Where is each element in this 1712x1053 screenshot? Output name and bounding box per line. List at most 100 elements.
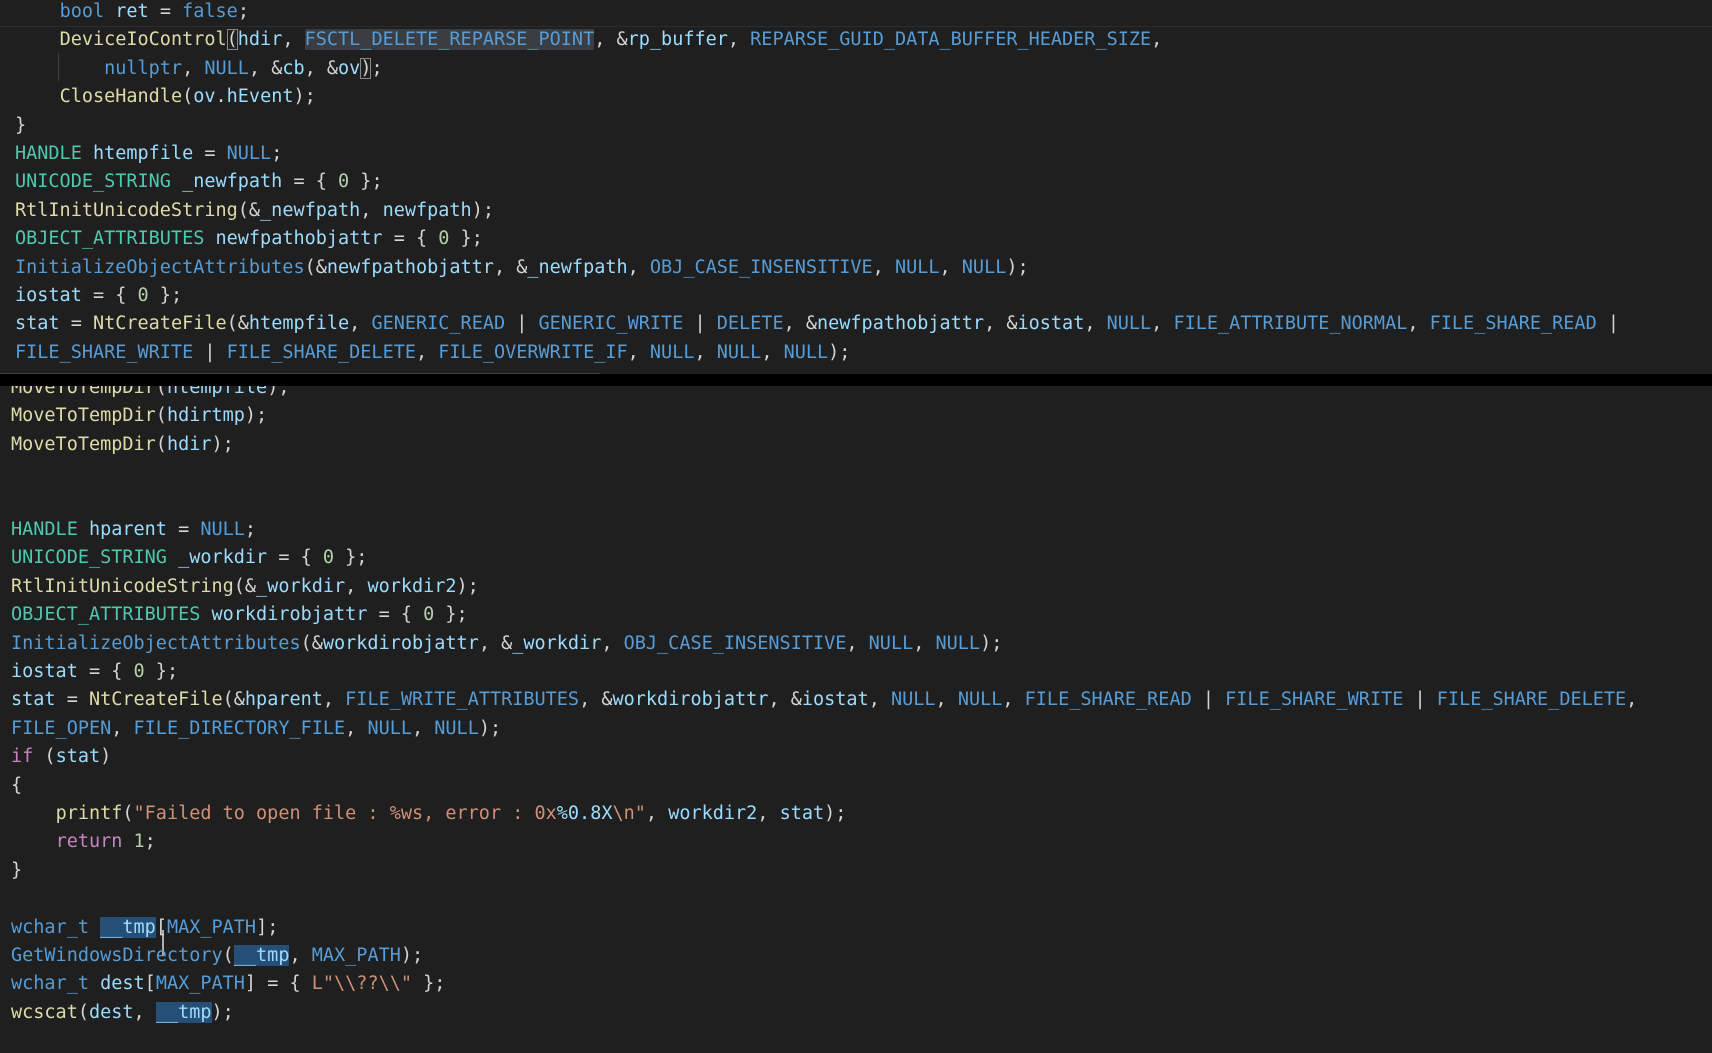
code-token: ,	[111, 717, 134, 739]
code-pane-top[interactable]: bool ret = false; DeviceIoControl(hdir, …	[0, 0, 1712, 374]
code-token: FILE_SHARE_READ	[1024, 689, 1192, 711]
code-token: = {	[382, 228, 439, 250]
code-token: DeviceIoControl	[59, 29, 227, 51]
code-line[interactable]: DeviceIoControl(hdir, FSCTL_DELETE_REPAR…	[15, 26, 1162, 54]
code-token: ,	[1084, 313, 1107, 335]
code-line[interactable]: wchar_t __tmp[MAX_PATH];	[11, 914, 278, 942]
current-line-highlight	[0, 0, 1712, 27]
code-token: 0	[133, 661, 145, 682]
code-token: OBJ_CASE_INSENSITIVE	[623, 632, 847, 654]
code-line[interactable]: CloseHandle(ov.hEvent);	[15, 83, 316, 111]
code-line[interactable]: return 1;	[11, 828, 156, 856]
code-line[interactable]: RtlInitUnicodeString(&_workdir, workdir2…	[11, 573, 479, 601]
code-token: (	[155, 433, 167, 455]
code-token: workdirobjattr	[612, 689, 769, 711]
code-token: (	[226, 29, 238, 51]
code-line[interactable]: bool ret = false;	[15, 0, 249, 26]
code-token: ,	[349, 313, 372, 335]
code-token: );	[211, 1001, 234, 1023]
code-line[interactable]: }	[15, 112, 26, 140]
code-token: DELETE	[716, 313, 784, 335]
code-token: (	[122, 803, 134, 824]
code-token: }	[15, 114, 27, 136]
code-token: ,	[182, 57, 205, 79]
code-token: ,	[761, 341, 784, 363]
code-line[interactable]: OBJECT_ATTRIBUTES workdirobjattr = { 0 }…	[11, 601, 468, 629]
code-token: FSCTL_DELETE_REPARSE_POINT	[304, 29, 595, 51]
code-token: ,	[133, 1001, 156, 1023]
pane-divider	[0, 374, 1712, 386]
code-line[interactable]: FILE_OPEN, FILE_DIRECTORY_FILE, NULL, NU…	[11, 715, 501, 743]
code-line[interactable]: OBJECT_ATTRIBUTES newfpathobjattr = { 0 …	[15, 225, 483, 253]
code-token: nullptr	[104, 57, 183, 79]
code-token: );	[1006, 256, 1029, 278]
code-token: NULL	[868, 632, 914, 654]
code-line[interactable]: InitializeObjectAttributes(&workdirobjat…	[11, 630, 1002, 658]
code-token: (	[155, 405, 167, 427]
code-line[interactable]: wcscat(dest, __tmp);	[11, 999, 234, 1027]
code-line[interactable]: GetWindowsDirectory(__tmp, MAX_PATH);	[11, 942, 423, 970]
code-line[interactable]: wchar_t dest[MAX_PATH] = { L"\\??\\" };	[11, 970, 445, 998]
code-token: RtlInitUnicodeString	[15, 199, 238, 221]
code-token: htempfile	[248, 313, 350, 335]
code-token: htempfile	[166, 386, 268, 398]
code-line[interactable]: MoveToTempDir(hdir);	[11, 431, 234, 459]
code-line[interactable]: iostat = { 0 };	[15, 282, 182, 310]
code-line[interactable]: stat = NtCreateFile(&htempfile, GENERIC_…	[15, 310, 1619, 338]
code-token: 0	[338, 171, 350, 193]
code-token: ,	[939, 256, 962, 278]
code-token: = {	[282, 171, 339, 193]
code-token: );	[267, 386, 290, 398]
code-token: stat	[779, 803, 825, 824]
code-token: newfpathobjattr	[215, 228, 383, 250]
code-token: dest	[100, 973, 145, 995]
code-token: , &	[768, 689, 802, 711]
code-token: NULL	[226, 143, 272, 164]
code-token: iostat	[11, 661, 78, 682]
code-line[interactable]: MoveToTempDir(htempfile);	[11, 386, 289, 402]
code-line[interactable]: MoveToTempDir(hdirtmp);	[11, 402, 267, 430]
code-line[interactable]: iostat = { 0 };	[11, 658, 178, 686]
code-token: UNICODE_STRING	[11, 547, 167, 569]
code-token: ,	[694, 341, 717, 363]
code-line[interactable]: FILE_SHARE_WRITE | FILE_SHARE_DELETE, FI…	[15, 339, 850, 367]
code-line[interactable]: UNICODE_STRING _newfpath = { 0 };	[15, 168, 383, 196]
code-line[interactable]: {	[11, 772, 22, 800]
code-pane-bottom[interactable]: MoveToTempDir(htempfile); MoveToTempDir(h…	[0, 386, 1712, 1053]
code-line[interactable]: printf("Failed to open file : %ws, error…	[11, 800, 847, 828]
code-editor-screenshot: bool ret = false; DeviceIoControl(hdir, …	[0, 0, 1712, 1053]
code-token: ,	[872, 256, 895, 278]
code-token: NULL	[649, 341, 695, 363]
code-line[interactable]: UNICODE_STRING _workdir = { 0 };	[11, 544, 367, 572]
code-token: NULL	[1106, 313, 1152, 335]
code-line[interactable]: RtlInitUnicodeString(&_newfpath, newfpat…	[15, 197, 494, 225]
code-token: [	[144, 973, 156, 995]
code-token: (&	[300, 632, 323, 654]
code-token: (&	[304, 256, 327, 278]
code-token: };	[412, 973, 446, 995]
code-token: NULL	[935, 632, 981, 654]
code-line[interactable]: if (stat)	[11, 743, 111, 771]
code-token: workdirobjattr	[211, 604, 368, 626]
code-line[interactable]: InitializeObjectAttributes(&newfpathobja…	[15, 254, 1029, 282]
code-token: bool	[59, 1, 105, 22]
code-token: false	[182, 1, 238, 22]
code-token: ov	[338, 57, 361, 79]
code-line[interactable]: nullptr, NULL, &cb, &ov);	[15, 55, 383, 83]
code-token: ,	[416, 341, 439, 363]
code-token: FILE_OPEN	[11, 717, 112, 739]
code-token: _newfpath	[260, 199, 361, 221]
code-token: , &	[493, 256, 528, 278]
code-line[interactable]: HANDLE hparent = NULL;	[11, 516, 256, 544]
code-line[interactable]: HANDLE htempfile = NULL;	[15, 140, 282, 168]
code-token: =	[59, 313, 93, 335]
code-token: MoveToTempDir	[11, 386, 156, 398]
code-line[interactable]: stat = NtCreateFile(&hparent, FILE_WRITE…	[11, 686, 1637, 714]
code-token: InitializeObjectAttributes	[15, 256, 305, 278]
code-line[interactable]: }	[11, 857, 22, 885]
code-token: _workdir	[512, 632, 602, 654]
